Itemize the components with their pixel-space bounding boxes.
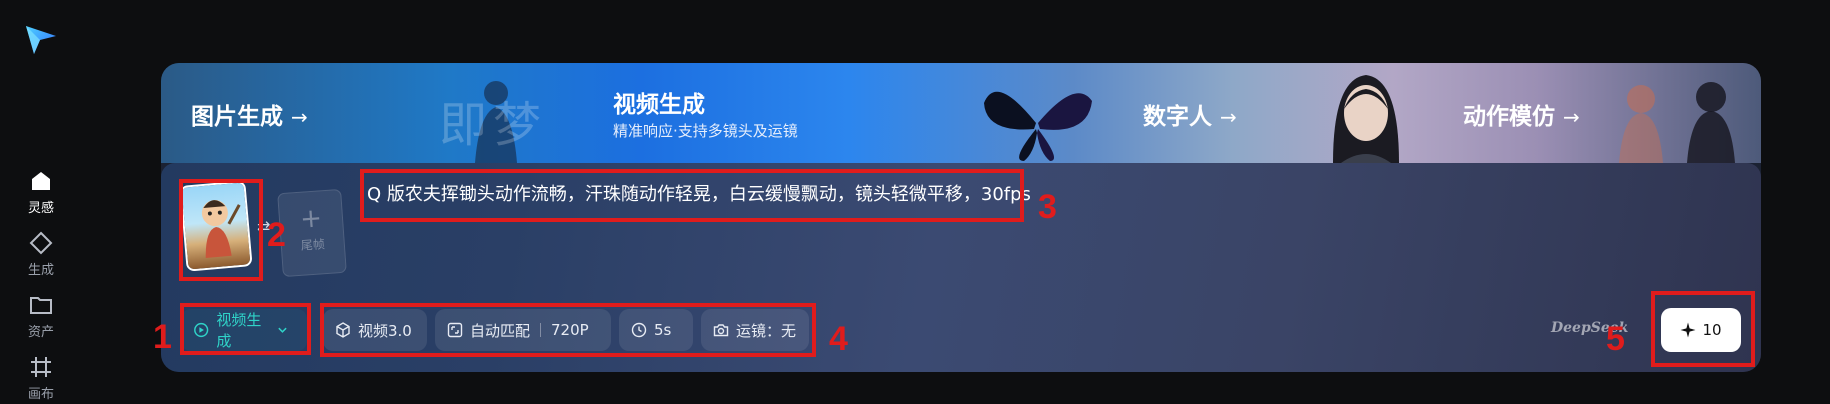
arrow-right-icon: →: [1563, 105, 1580, 129]
arrow-right-icon: →: [291, 105, 308, 129]
annotation-box-4: [320, 303, 816, 357]
sidebar-item-label: 生成: [27, 263, 54, 278]
tail-frame-label: 尾帧: [300, 237, 326, 253]
tail-frame-upload[interactable]: + 尾帧: [277, 188, 347, 278]
image-generation-link[interactable]: 图片生成 →: [191, 97, 308, 131]
arrow-right-icon: →: [1220, 105, 1237, 129]
digital-human-portrait: [1333, 75, 1399, 163]
canvas-grid-icon: [31, 357, 51, 377]
sidebar-item-assets[interactable]: 资产: [0, 292, 82, 340]
annotation-box-5: [1651, 291, 1755, 367]
annotation-box-1: [180, 303, 311, 355]
banner-watermark-text: 即梦: [439, 97, 548, 153]
motion-mimic-label: 动作模仿: [1463, 104, 1555, 130]
left-sidebar: 灵感 生成 资产 画布: [0, 0, 82, 404]
video-generation-subtitle: 精准响应·支持多镜头及运镜: [613, 122, 798, 140]
sidebar-item-inspiration[interactable]: 灵感: [0, 168, 82, 216]
video-generation-title[interactable]: 视频生成: [613, 85, 705, 119]
digital-human-label: 数字人: [1143, 104, 1212, 130]
motion-mimic-link[interactable]: 动作模仿 →: [1463, 97, 1580, 131]
feature-banner: 即梦 图片生成 → 视频生成 精准响应·支持多镜头及运镜 数字人 → 动作模仿 …: [161, 63, 1761, 163]
sidebar-item-label: 画布: [27, 387, 54, 402]
sidebar-item-label: 资产: [27, 325, 54, 340]
butterfly-illustration: [984, 91, 1092, 161]
app-logo-icon[interactable]: [24, 22, 58, 56]
plus-icon: +: [299, 203, 323, 235]
annotation-number-3: 3: [1038, 188, 1057, 226]
annotation-number-1: 1: [153, 318, 172, 356]
sidebar-item-label: 灵感: [27, 201, 54, 216]
home-icon: [32, 172, 50, 190]
annotation-number-5: 5: [1606, 320, 1625, 358]
image-generation-label: 图片生成: [191, 104, 283, 130]
motion-mimic-silhouettes: [1619, 82, 1735, 163]
sidebar-item-canvas[interactable]: 画布: [0, 354, 82, 402]
annotation-number-4: 4: [829, 320, 848, 358]
diamond-icon: [29, 231, 53, 255]
annotation-number-2: 2: [267, 216, 286, 254]
digital-human-link[interactable]: 数字人 →: [1143, 97, 1237, 131]
annotation-box-2: [179, 179, 263, 281]
annotation-box-3: [360, 169, 1024, 222]
folder-icon: [30, 297, 52, 314]
sidebar-item-generate[interactable]: 生成: [0, 230, 82, 278]
